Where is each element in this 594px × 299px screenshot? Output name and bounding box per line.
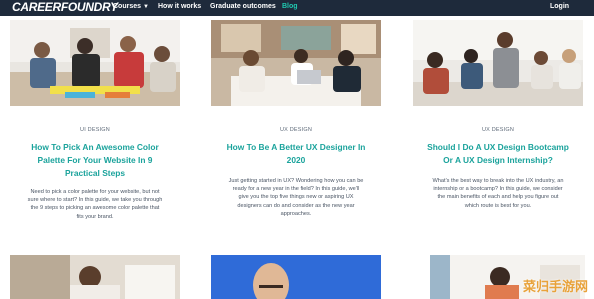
card-image-bootcamp[interactable] [413, 20, 583, 106]
login-link[interactable]: Login [550, 0, 569, 16]
card-description-line: Just getting started in UX? Wondering ho… [228, 178, 364, 184]
nav-courses[interactable]: Courses ▼ [113, 0, 149, 16]
card-title[interactable]: How To Be A Better UX Designer In 2020 [211, 141, 381, 167]
chevron-down-icon: ▼ [143, 4, 149, 10]
card-description-line: approaches. [280, 210, 312, 217]
card-image-partial[interactable] [10, 255, 180, 299]
card-image-color-palette[interactable] [10, 20, 180, 106]
card-description-line: What's the best way to break into the UX… [432, 178, 564, 184]
nav-courses-label: Courses [113, 3, 142, 10]
nav-blog[interactable]: Blog [282, 0, 298, 16]
card-image-ux-designer[interactable] [211, 20, 381, 106]
card-title-line[interactable]: Or A UX Design Internship? [413, 154, 583, 167]
card-description-line: the main benefits of each and help you f… [437, 194, 559, 201]
card-title[interactable]: How To Pick An Awesome Color Palette For… [10, 141, 180, 180]
card-category[interactable]: UI DESIGN [10, 127, 180, 133]
card-description: Just getting started in UX? Wondering ho… [221, 177, 371, 218]
nav-how-it-works[interactable]: How it works [158, 0, 201, 16]
card-category[interactable]: UX DESIGN [211, 127, 381, 133]
card-description-line: Need to pick a color palette for your we… [30, 189, 160, 195]
card-title-line[interactable]: Should I Do A UX Design Bootcamp [413, 141, 583, 154]
card-description: Need to pick a color palette for your we… [20, 188, 170, 221]
card-description-line: fits your brand. [76, 213, 114, 220]
card-description-line: which route is best for you. [464, 202, 532, 209]
watermark: 菜归手游网 [522, 280, 588, 295]
card-description-line: internship or a bootcamp? In this guide,… [433, 186, 563, 193]
card-category[interactable]: UX DESIGN [413, 127, 583, 133]
card-description-line: give you the top five things new or aspi… [238, 194, 354, 201]
card-title-line[interactable]: How To Be A Better UX Designer In [211, 141, 381, 154]
card-title-line[interactable]: How To Pick An Awesome Color [10, 141, 180, 154]
card-description-line: the 9 steps to picking an awesome color … [30, 205, 160, 212]
card-image-partial[interactable] [211, 255, 381, 299]
card-description-line: ready for a new year in the field? In th… [232, 186, 360, 193]
card-description-line: sure where to start? In this guide, we t… [27, 197, 163, 204]
card-title-line[interactable]: Practical Steps [10, 167, 180, 180]
careerfoundry-logo[interactable]: CAREERFOUNDRY [12, 0, 118, 16]
card-title-line[interactable]: 2020 [211, 154, 381, 167]
card-description: What's the best way to break into the UX… [423, 177, 573, 210]
nav-graduate-outcomes[interactable]: Graduate outcomes [210, 0, 276, 16]
card-title-line[interactable]: Palette For Your Website In 9 [10, 154, 180, 167]
card-description-line: designers can do and consider as the new… [237, 202, 355, 209]
card-title[interactable]: Should I Do A UX Design Bootcamp Or A UX… [413, 141, 583, 167]
